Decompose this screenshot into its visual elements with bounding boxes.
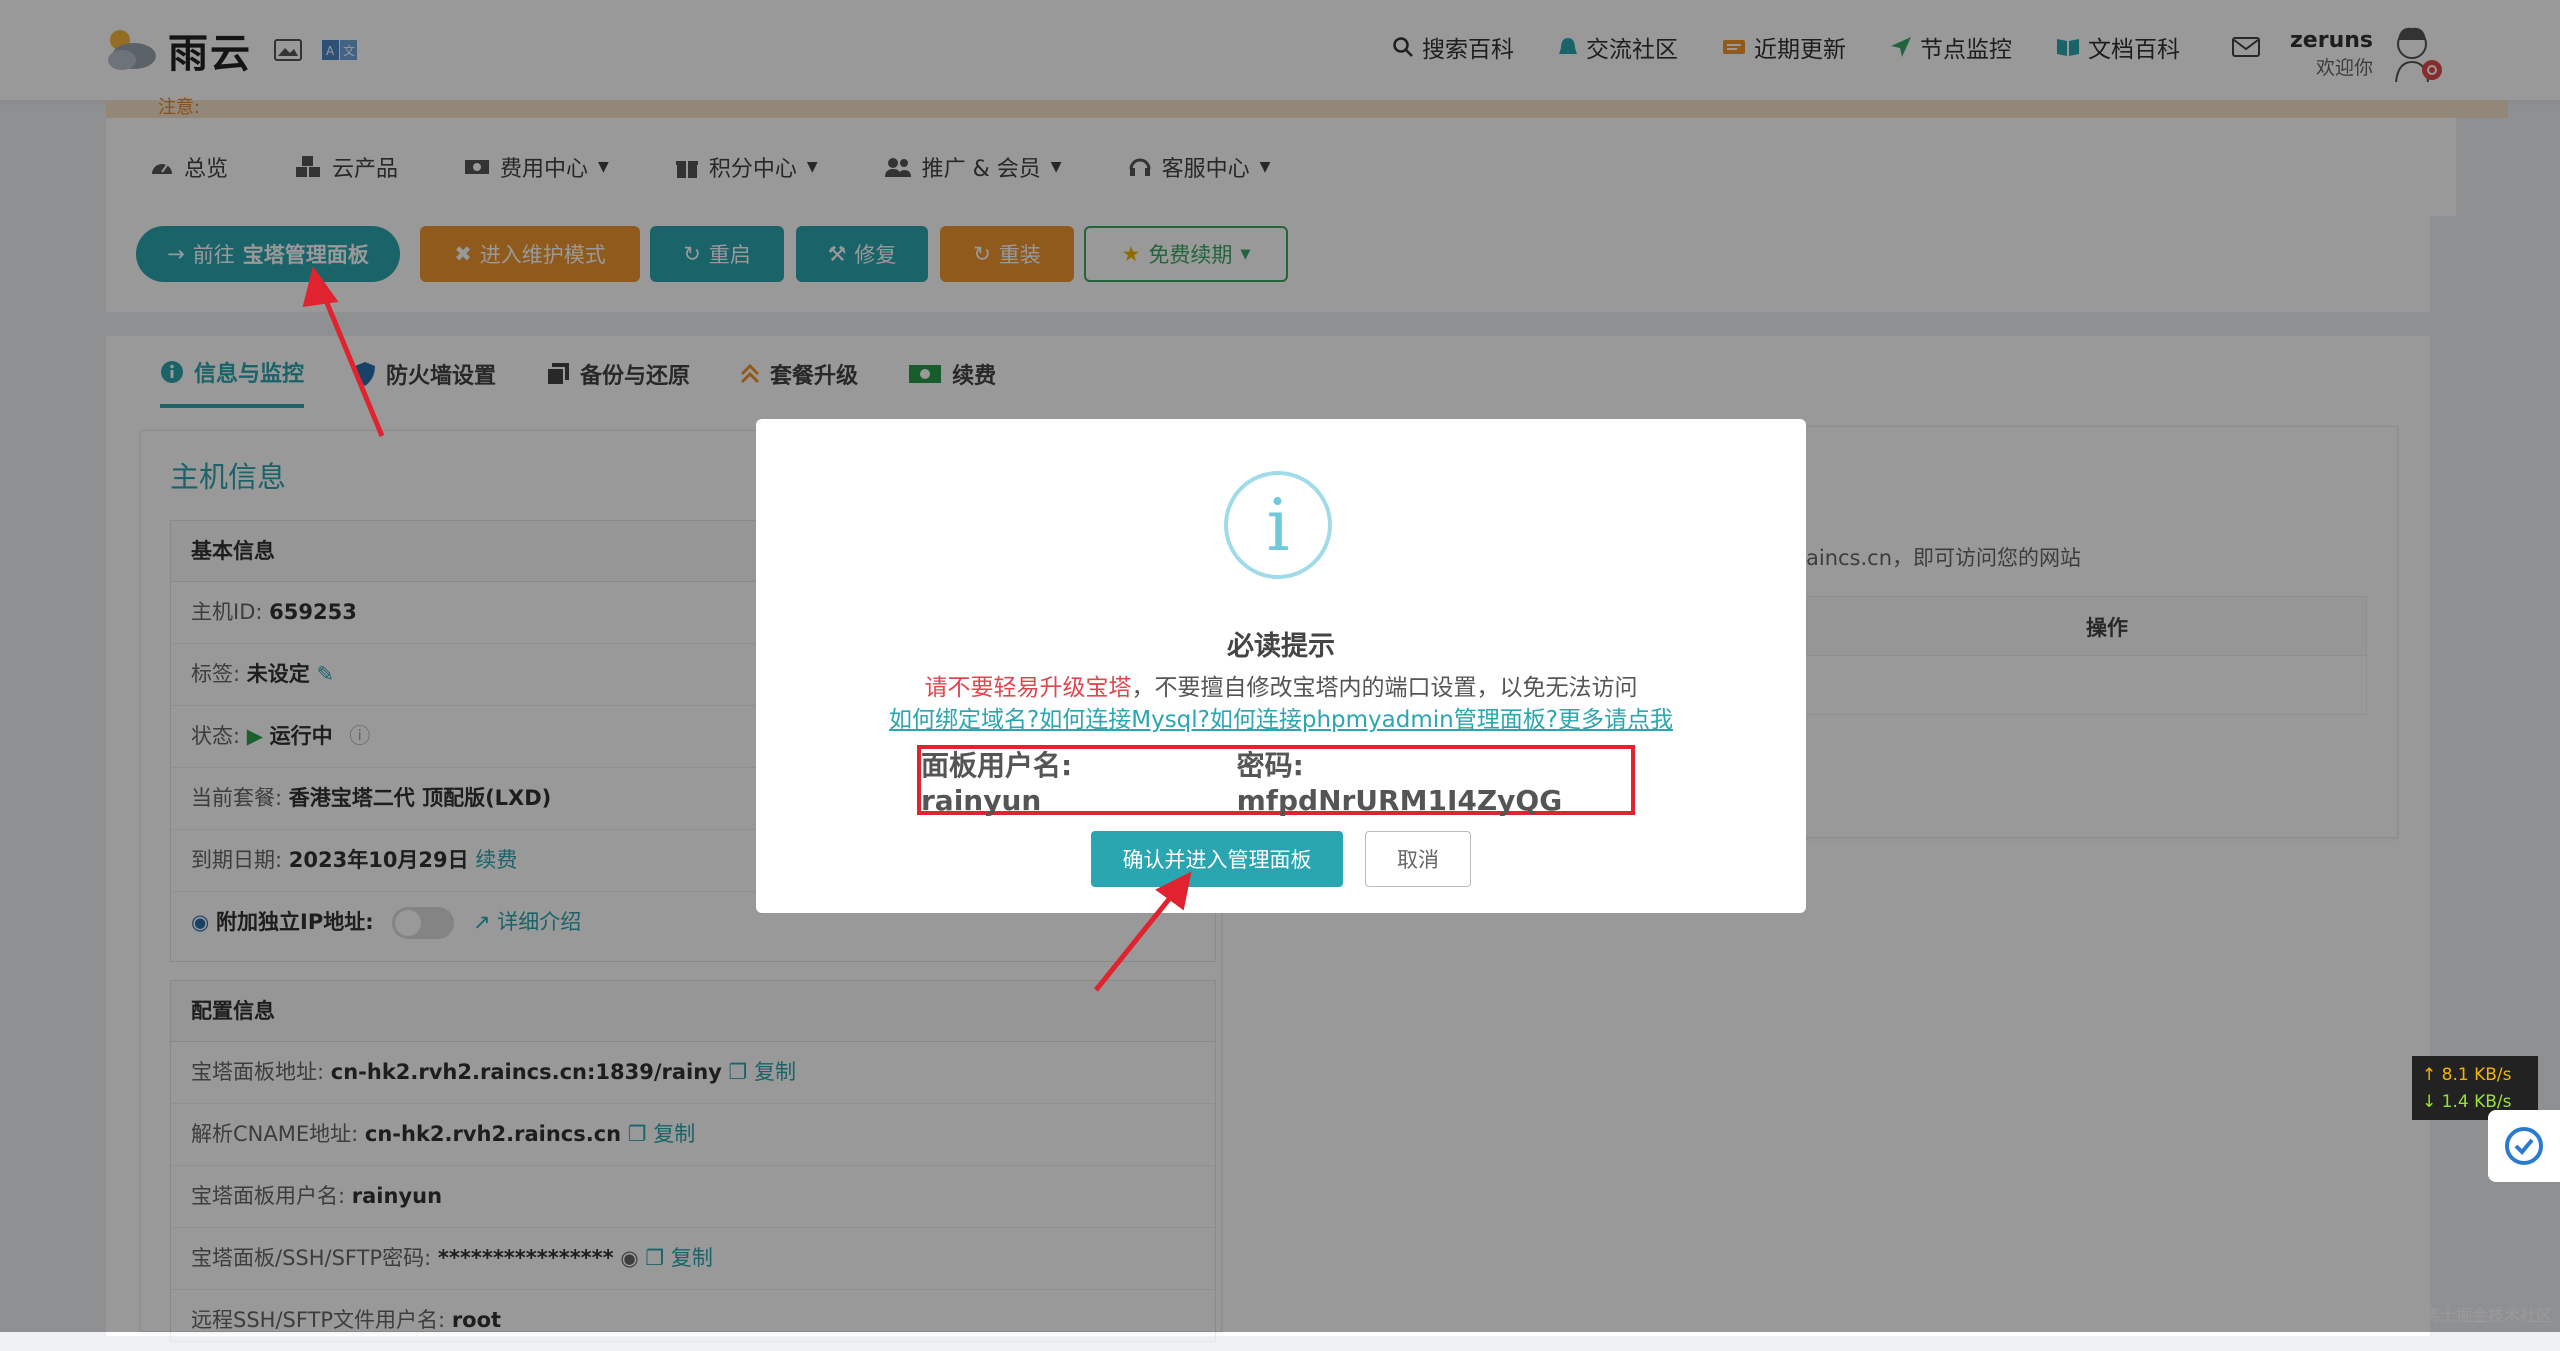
info-icon: i [1224,471,1332,579]
modal-title: 必读提示 [1227,631,1335,662]
cancel-button[interactable]: 取消 [1365,831,1471,887]
confirm-enter-panel-button[interactable]: 确认并进入管理面板 [1091,831,1343,887]
upload-speed: ↑ 8.1 KB/s [2422,1065,2512,1085]
float-assistant[interactable] [2488,1110,2560,1182]
modal-help-link[interactable]: 如何绑定域名?如何连接Mysql?如何连接phpmyadmin管理面板?更多请点… [756,700,1806,734]
watermark: @稀土掘金技术社区 [2407,1306,2552,1325]
modal-warning: 请不要轻易升级宝塔，不要擅自修改宝塔内的端口设置，以免无法访问 [924,675,1638,701]
assistant-icon [2505,1127,2543,1165]
panel-username: 面板用户名: rainyun [921,748,1073,817]
panel-password: 密码: mfpdNrURM1I4ZyQG [1236,748,1563,817]
credentials-box: 面板用户名: rainyun 密码: mfpdNrURM1I4ZyQG [917,745,1635,817]
